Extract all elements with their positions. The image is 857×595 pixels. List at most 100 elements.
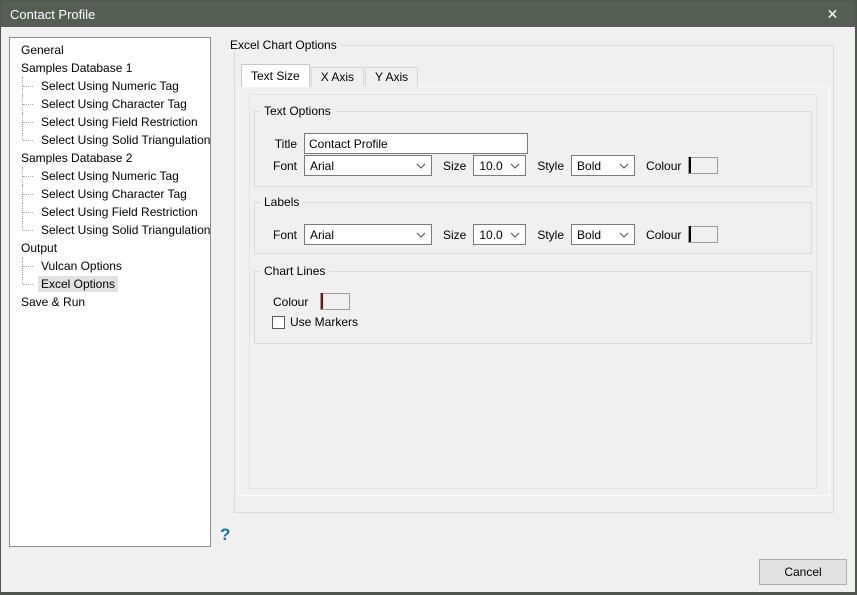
help-icon[interactable]: ?: [220, 525, 230, 545]
tree-item-label: Samples Database 2: [18, 150, 135, 166]
colour-fill: [689, 226, 691, 242]
colour-label: Colour: [273, 295, 308, 309]
tree-connector: [22, 113, 35, 131]
colour-fill: [321, 293, 323, 309]
style-select[interactable]: Bold: [571, 155, 635, 176]
tab-strip: Text Size X Axis Y Axis: [241, 64, 419, 87]
text-options-group-label: Text Options: [260, 104, 335, 118]
nav-tree: General Samples Database 1 Select Using Nu…: [9, 37, 211, 547]
tree-item[interactable]: Excel Options: [10, 275, 210, 293]
labels-colour-swatch[interactable]: [688, 226, 718, 243]
title-input[interactable]: [304, 133, 528, 154]
style-label: Style: [537, 228, 564, 242]
tree-item[interactable]: Select Using Numeric Tag: [10, 167, 210, 185]
style-label: Style: [537, 159, 564, 173]
tree-item[interactable]: Select Using Character Tag: [10, 95, 210, 113]
tree-connector: [22, 167, 35, 185]
text-font-row: Font Arial Size 10.0 Style Bold Colour: [255, 155, 811, 176]
tree-connector: [22, 275, 35, 293]
chart-lines-group-label: Chart Lines: [260, 264, 329, 278]
tree-item-label: Select Using Field Restriction: [38, 114, 201, 130]
tree-item[interactable]: Output: [10, 239, 210, 257]
tree-item[interactable]: Select Using Numeric Tag: [10, 77, 210, 95]
use-markers-row: Use Markers: [255, 315, 811, 329]
font-select-value: Arial: [310, 228, 334, 242]
tree-connector: [22, 257, 35, 275]
tree-item[interactable]: Select Using Field Restriction: [10, 203, 210, 221]
labels-font-row: Font Arial Size 10.0 Style Bold Colour: [255, 224, 811, 245]
tree-item-label: Output: [18, 240, 60, 256]
tree-connector: [22, 77, 35, 95]
chevron-down-icon: [619, 232, 629, 238]
style-select-value: Bold: [577, 159, 601, 173]
tree-item-label: Samples Database 1: [18, 60, 135, 76]
tree-item-label: Select Using Numeric Tag: [38, 78, 182, 94]
size-label: Size: [443, 159, 466, 173]
colour-fill: [689, 157, 691, 173]
chevron-down-icon: [416, 163, 426, 169]
size-select-value: 10.0: [479, 228, 502, 242]
tree-item-label: Select Using Character Tag: [38, 186, 190, 202]
window-title: Contact Profile: [1, 7, 95, 22]
close-button[interactable]: ✕: [810, 1, 855, 27]
font-select-value: Arial: [310, 159, 334, 173]
tree-item[interactable]: Select Using Character Tag: [10, 185, 210, 203]
tree-item[interactable]: Select Using Solid Triangulation: [10, 131, 210, 149]
chevron-down-icon: [510, 163, 520, 169]
chevron-down-icon: [619, 163, 629, 169]
title-colour-swatch[interactable]: [688, 157, 718, 174]
tree-connector: [22, 131, 35, 149]
tree-item[interactable]: General: [10, 41, 210, 59]
font-select[interactable]: Arial: [304, 155, 432, 176]
tree-item[interactable]: Save & Run: [10, 293, 210, 311]
tree-item[interactable]: Select Using Field Restriction: [10, 113, 210, 131]
size-select-value: 10.0: [479, 159, 502, 173]
size-label: Size: [443, 228, 466, 242]
labels-font-select[interactable]: Arial: [304, 224, 432, 245]
tree-item-label: Select Using Character Tag: [38, 96, 190, 112]
tree-item-label: Vulcan Options: [38, 258, 125, 274]
tab-text-size[interactable]: Text Size: [241, 64, 310, 87]
text-options-group: Text Options Title Font Arial Size 10.0 …: [254, 111, 812, 187]
size-select[interactable]: 10.0: [473, 155, 526, 176]
tab-y-axis[interactable]: Y Axis: [365, 67, 418, 87]
line-colour-row: Colour: [255, 293, 811, 310]
title-row: Title: [255, 133, 811, 154]
tree-item-label: Save & Run: [18, 294, 88, 310]
labels-size-select[interactable]: 10.0: [473, 224, 526, 245]
tree-item-label: Excel Options: [38, 276, 118, 292]
tree-item-label: Select Using Numeric Tag: [38, 168, 182, 184]
chevron-down-icon: [416, 232, 426, 238]
chevron-down-icon: [510, 232, 520, 238]
title-label: Title: [263, 137, 297, 151]
labels-style-select[interactable]: Bold: [571, 224, 635, 245]
use-markers-label: Use Markers: [290, 315, 358, 329]
cancel-button[interactable]: Cancel: [759, 559, 847, 585]
tree-item-label: Select Using Solid Triangulation: [38, 132, 211, 148]
tree-connector: [22, 221, 35, 239]
tree-item[interactable]: Samples Database 2: [10, 149, 210, 167]
font-label: Font: [263, 228, 297, 242]
chart-lines-group: Chart Lines Colour Use Markers: [254, 271, 812, 344]
tree-connector: [22, 95, 35, 113]
font-label: Font: [263, 159, 297, 173]
tree-item-label: Select Using Field Restriction: [38, 204, 201, 220]
tree-connector: [22, 185, 35, 203]
tree-item[interactable]: Vulcan Options: [10, 257, 210, 275]
dialog-window: Contact Profile ✕ General Samples Databas…: [0, 0, 857, 595]
colour-label: Colour: [646, 159, 681, 173]
tab-x-axis[interactable]: X Axis: [311, 67, 364, 87]
line-colour-swatch[interactable]: [320, 293, 350, 310]
tree-item-label: Select Using Solid Triangulation: [38, 222, 211, 238]
tree-item[interactable]: Samples Database 1: [10, 59, 210, 77]
tree-connector: [22, 203, 35, 221]
style-select-value: Bold: [577, 228, 601, 242]
titlebar: Contact Profile: [1, 1, 855, 27]
use-markers-checkbox[interactable]: [272, 316, 285, 329]
labels-group-label: Labels: [260, 195, 303, 209]
colour-label: Colour: [646, 228, 681, 242]
group-title: Excel Chart Options: [229, 38, 341, 52]
tree-item-label: General: [18, 42, 67, 58]
labels-group: Labels Font Arial Size 10.0 Style Bold C…: [254, 202, 812, 254]
tree-item[interactable]: Select Using Solid Triangulation: [10, 221, 210, 239]
